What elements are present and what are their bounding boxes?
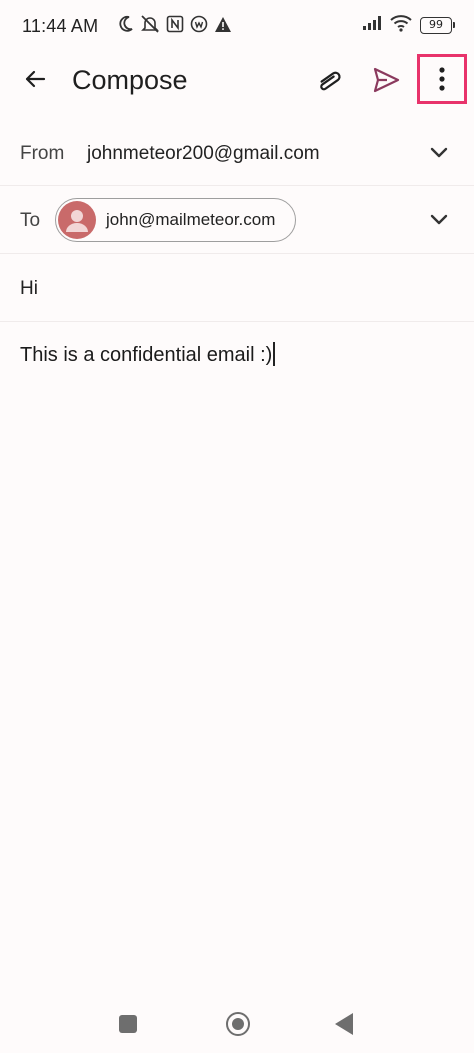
system-nav-bar xyxy=(0,1000,474,1053)
status-bar: 11:44 AM 99 xyxy=(0,0,474,52)
avatar xyxy=(58,201,96,239)
back-button[interactable] xyxy=(18,62,52,96)
from-value[interactable]: johnmeteor200@gmail.com xyxy=(87,143,320,165)
page-title: Compose xyxy=(72,65,188,95)
send-icon xyxy=(373,67,400,93)
wifi-icon xyxy=(390,14,412,37)
status-time: 11:44 AM xyxy=(22,16,99,36)
subject-row[interactable]: Hi xyxy=(0,254,474,322)
chevron-down-icon[interactable] xyxy=(428,142,450,164)
back-icon[interactable] xyxy=(335,1013,353,1035)
moon-icon xyxy=(118,15,134,33)
status-icons-left xyxy=(118,14,232,34)
nfc-icon xyxy=(166,15,184,33)
from-label: From xyxy=(20,143,65,164)
chevron-down-icon[interactable] xyxy=(428,209,450,231)
body-field[interactable]: This is a confidential email :) xyxy=(20,342,275,367)
body-text: This is a confidential email :) xyxy=(20,344,273,366)
text-cursor xyxy=(273,342,275,366)
mute-icon xyxy=(140,14,160,34)
from-row[interactable]: From johnmeteor200@gmail.com xyxy=(0,122,474,186)
recipient-chip[interactable]: john@mailmeteor.com xyxy=(55,198,296,242)
paperclip-icon xyxy=(320,71,341,91)
more-vert-icon xyxy=(439,67,445,91)
battery-indicator: 99 xyxy=(420,17,455,34)
to-row[interactable]: To john@mailmeteor.com xyxy=(0,186,474,254)
app-bar: Compose xyxy=(0,52,474,108)
app-notification-icon xyxy=(190,15,208,33)
subject-field[interactable]: Hi xyxy=(20,278,38,300)
recipient-email: john@mailmeteor.com xyxy=(106,210,276,229)
more-options-button[interactable] xyxy=(417,54,467,104)
attach-button[interactable] xyxy=(312,62,348,98)
recents-icon[interactable] xyxy=(119,1015,137,1033)
compose-screen: 11:44 AM 99 Compose From johnmeteor200@g… xyxy=(0,0,474,1053)
home-icon[interactable] xyxy=(226,1012,250,1036)
send-button[interactable] xyxy=(368,62,404,98)
signal-icon xyxy=(362,15,382,36)
warning-icon xyxy=(214,16,232,33)
arrow-back-icon xyxy=(25,70,46,88)
to-label: To xyxy=(20,210,41,231)
status-icons-right: 99 xyxy=(362,14,455,37)
